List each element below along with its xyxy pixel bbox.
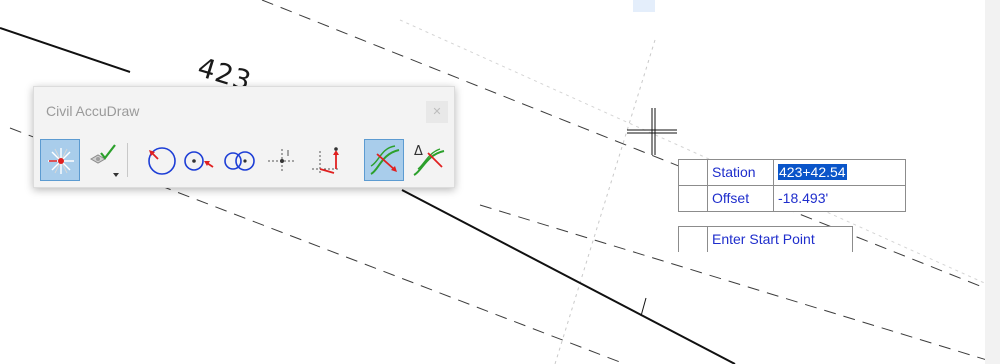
toolbar-separator <box>127 143 128 177</box>
offset-row: Offset -18.493' <box>678 185 906 212</box>
svg-text:Δ: Δ <box>414 144 423 159</box>
perpendicular-point-button[interactable] <box>262 139 302 181</box>
station-label: Station <box>707 160 773 185</box>
right-edge-strip <box>985 0 1000 364</box>
point-circle-button[interactable] <box>178 139 218 181</box>
accudraw-origin-icon <box>48 148 74 174</box>
station-offset-button[interactable] <box>364 139 404 181</box>
offset-label: Offset <box>707 186 773 211</box>
offset-input[interactable]: -18.493' <box>773 186 905 211</box>
alignment-centerline <box>401 189 736 364</box>
offset-point-button[interactable] <box>306 139 346 181</box>
circle-pick-icon <box>148 147 176 175</box>
message-row: Enter Start Point <box>678 226 853 252</box>
double-circle-icon <box>224 151 255 171</box>
delta-station-icon: Δ <box>413 144 445 176</box>
civil-accudraw-toolbar[interactable]: Civil AccuDraw ✕ Δ <box>33 86 455 188</box>
perpendicular-point-icon <box>268 149 296 171</box>
rotation-check-button[interactable] <box>84 139 124 181</box>
toolbar-title: Civil AccuDraw <box>46 103 140 119</box>
station-offset-icon <box>370 145 400 175</box>
faint-marker <box>633 0 655 12</box>
station-value: 423+42.54 <box>778 164 847 180</box>
station-input[interactable]: 423+42.54 <box>773 160 905 185</box>
station-row: Station 423+42.54 <box>678 159 906 186</box>
station-tick <box>640 297 647 317</box>
alignment-centerline-left <box>0 27 131 73</box>
point-circle-icon <box>184 151 214 171</box>
accudraw-origin-button[interactable] <box>40 139 80 181</box>
double-circle-button[interactable] <box>218 139 258 181</box>
circle-pick-button[interactable] <box>138 139 178 181</box>
check-rotation-icon <box>89 144 119 177</box>
close-icon[interactable]: ✕ <box>426 101 448 123</box>
delta-station-button[interactable]: Δ <box>408 139 448 181</box>
prompt-message: Enter Start Point <box>707 227 852 252</box>
offset-point-icon <box>312 147 340 174</box>
